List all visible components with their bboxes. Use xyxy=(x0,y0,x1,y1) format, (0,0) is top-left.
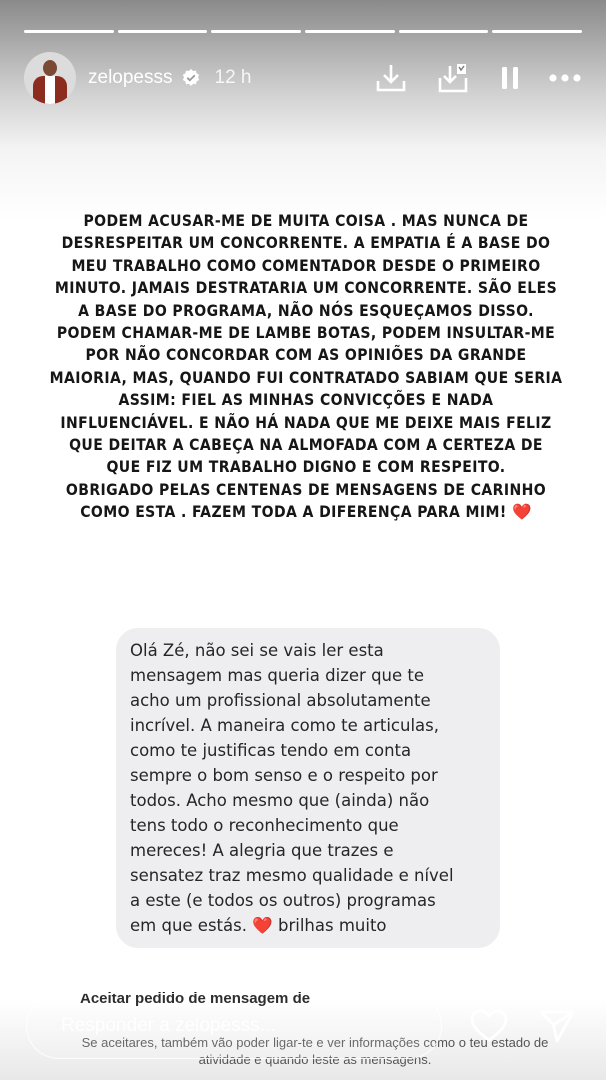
progress-segment xyxy=(492,30,583,33)
heart-emoji: ❤️ xyxy=(511,503,532,522)
progress-segment xyxy=(305,30,395,33)
progress-segment xyxy=(398,30,489,33)
reply-field[interactable] xyxy=(26,993,442,1059)
progress-segment xyxy=(24,30,114,33)
progress-segment xyxy=(117,30,208,33)
pause-icon[interactable] xyxy=(500,65,520,91)
message-text: Olá Zé, não sei se vais ler esta mensage… xyxy=(130,641,454,935)
story-statement-text: PODEM ACUSAR-ME DE MUITA COISA . MAS NUN… xyxy=(36,210,576,524)
avatar[interactable] xyxy=(24,52,76,104)
story-header: zelopesss 12 h xyxy=(24,52,582,104)
message-screenshot-bubble: Olá Zé, não sei se vais ler esta mensage… xyxy=(116,628,500,948)
post-time: 12 h xyxy=(214,67,252,88)
reply-input[interactable] xyxy=(59,1014,441,1038)
username[interactable]: zelopesss xyxy=(88,67,173,89)
save-icon[interactable] xyxy=(436,60,472,96)
verified-badge-icon xyxy=(182,69,199,86)
send-icon[interactable] xyxy=(538,1008,576,1044)
download-icon[interactable] xyxy=(374,61,408,95)
heart-icon[interactable] xyxy=(470,1009,508,1043)
progress-segment xyxy=(211,30,302,33)
statement-text: PODEM ACUSAR-ME DE MUITA COISA . MAS NUN… xyxy=(49,212,563,522)
more-icon[interactable] xyxy=(548,73,582,83)
story-progress-bar xyxy=(24,30,583,33)
